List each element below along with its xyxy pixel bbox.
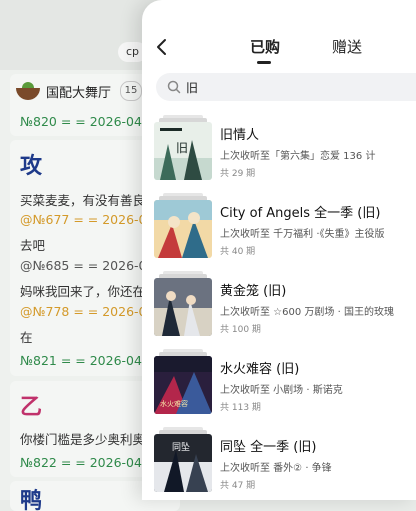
list-item[interactable]: 同坠 同坠 全一季 (旧) 上次收听至 番外② · 争锋 共 47 期 [142, 427, 416, 500]
svg-text:同坠: 同坠 [172, 442, 190, 453]
item-title: City of Angels 全一季 (旧) [220, 206, 381, 221]
svg-text:水火难容: 水火难容 [160, 399, 188, 408]
item-title: 黄金笼 (旧) [220, 284, 287, 299]
message-big-char: 攻 [20, 153, 43, 179]
item-last-listened: 上次收听至「第六集」恋爱 136 计 [220, 151, 376, 162]
tab-gifted[interactable]: 赠送 [332, 36, 362, 57]
album-cover [154, 278, 212, 336]
purchased-panel: 已购 赠送 旧 旧情人 上次收听至「第六集」恋爱 136 计 共 29 期 [142, 0, 416, 500]
item-last-listened: 上次收听至 小剧场 · 斯诺克 [220, 385, 343, 396]
list-item[interactable]: 旧 旧情人 上次收听至「第六集」恋爱 136 计 共 29 期 [142, 115, 416, 198]
message-mention[interactable]: @№677 = = 2026-04 [20, 212, 154, 227]
search-input[interactable] [186, 77, 386, 97]
item-title: 水火难容 (旧) [220, 362, 300, 377]
album-cover: 同坠 [154, 434, 212, 492]
item-episode-count: 共 29 期 [220, 169, 256, 179]
item-episode-count: 共 113 期 [220, 403, 261, 413]
svg-text:旧: 旧 [176, 141, 188, 155]
search-bar[interactable] [156, 73, 416, 101]
item-title: 旧情人 [220, 128, 260, 143]
item-last-listened: 上次收听至 ☆600 万剧场 · 国王的玫瑰 [220, 307, 394, 318]
message-big-char: 鸭 [20, 488, 43, 511]
item-episode-count: 共 40 期 [220, 247, 256, 257]
album-cover: 水火难容 [154, 356, 212, 414]
list-item[interactable]: 黄金笼 (旧) 上次收听至 ☆600 万剧场 · 国王的玫瑰 共 100 期 [142, 271, 416, 354]
chevron-left-icon [157, 39, 166, 55]
room-avatar-icon [16, 80, 40, 100]
message-big-char: 乙 [20, 394, 43, 420]
list-item[interactable]: City of Angels 全一季 (旧) 上次收听至 千万福利 ·《失重》主… [142, 193, 416, 276]
message-text: 妈咪我回来了，你还在 [20, 284, 146, 299]
active-tab-indicator [257, 61, 271, 64]
album-cover [154, 200, 212, 258]
message-text: 去吧 [20, 238, 46, 253]
message-text: 你楼门槛是多少奥利奥 [20, 432, 146, 447]
album-cover: 旧 [154, 122, 212, 180]
tab-purchased[interactable]: 已购 [250, 36, 280, 57]
search-icon [167, 80, 181, 94]
item-last-listened: 上次收听至 千万福利 ·《失重》主役版 [220, 229, 385, 240]
list-item[interactable]: 水火难容 水火难容 (旧) 上次收听至 小剧场 · 斯诺克 共 113 期 [142, 349, 416, 432]
item-last-listened: 上次收听至 番外② · 争锋 [220, 463, 332, 474]
item-episode-count: 共 47 期 [220, 481, 256, 491]
message-text: 在 [20, 330, 33, 345]
message-mention[interactable]: @№685 = = 2026-04 [20, 258, 154, 273]
message-text: 买菜麦麦，有没有善良 [20, 193, 146, 208]
item-title: 同坠 全一季 (旧) [220, 440, 317, 455]
message-mention[interactable]: @№778 = = 2026-04 [20, 304, 154, 319]
back-button[interactable] [152, 36, 174, 58]
room-name: 国配大舞厅 [46, 86, 112, 101]
room-count-badge: 15 [120, 81, 142, 101]
item-episode-count: 共 100 期 [220, 325, 261, 335]
